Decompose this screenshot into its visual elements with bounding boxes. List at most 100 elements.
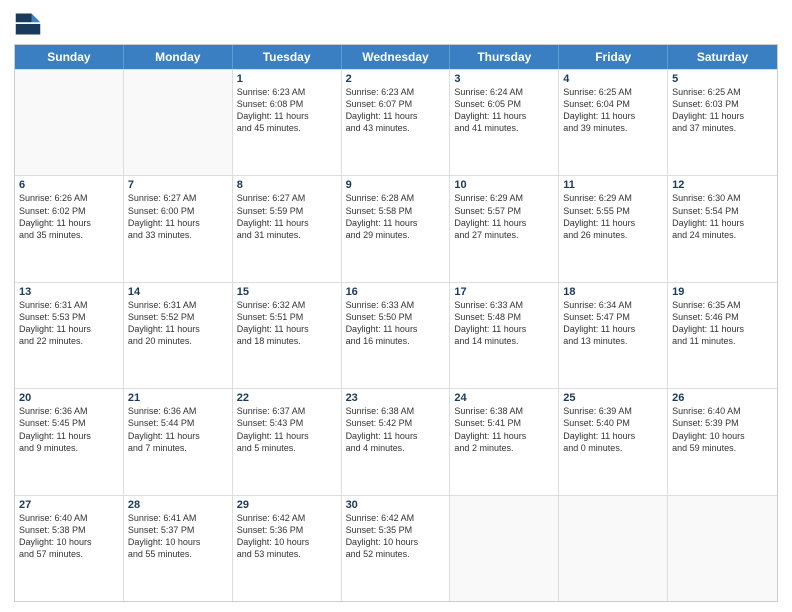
day-number: 5 bbox=[672, 73, 773, 85]
calendar-cell-day-18: 18Sunrise: 6:34 AMSunset: 5:47 PMDayligh… bbox=[559, 283, 668, 388]
calendar-cell-empty bbox=[559, 496, 668, 601]
cell-info-line: Sunrise: 6:31 AM bbox=[19, 299, 119, 311]
cell-info-line: and 59 minutes. bbox=[672, 442, 773, 454]
cell-info-line: Sunset: 5:47 PM bbox=[563, 311, 663, 323]
weekday-header-wednesday: Wednesday bbox=[342, 45, 451, 69]
calendar-cell-day-28: 28Sunrise: 6:41 AMSunset: 5:37 PMDayligh… bbox=[124, 496, 233, 601]
cell-info-line: Sunset: 5:43 PM bbox=[237, 417, 337, 429]
cell-info-line: and 29 minutes. bbox=[346, 229, 446, 241]
cell-info-line: Daylight: 11 hours bbox=[128, 323, 228, 335]
calendar: SundayMondayTuesdayWednesdayThursdayFrid… bbox=[14, 44, 778, 602]
cell-info-line: Sunset: 6:03 PM bbox=[672, 98, 773, 110]
cell-info-line: Sunset: 5:46 PM bbox=[672, 311, 773, 323]
calendar-cell-day-6: 6Sunrise: 6:26 AMSunset: 6:02 PMDaylight… bbox=[15, 176, 124, 281]
cell-info-line: and 57 minutes. bbox=[19, 548, 119, 560]
calendar-cell-day-1: 1Sunrise: 6:23 AMSunset: 6:08 PMDaylight… bbox=[233, 70, 342, 175]
calendar-row-3: 13Sunrise: 6:31 AMSunset: 5:53 PMDayligh… bbox=[15, 282, 777, 388]
cell-info-line: Sunrise: 6:30 AM bbox=[672, 192, 773, 204]
calendar-cell-day-30: 30Sunrise: 6:42 AMSunset: 5:35 PMDayligh… bbox=[342, 496, 451, 601]
cell-info-line: Daylight: 10 hours bbox=[19, 536, 119, 548]
day-number: 25 bbox=[563, 392, 663, 404]
cell-info-line: Sunset: 5:44 PM bbox=[128, 417, 228, 429]
cell-info-line: Sunrise: 6:40 AM bbox=[672, 405, 773, 417]
calendar-row-1: 1Sunrise: 6:23 AMSunset: 6:08 PMDaylight… bbox=[15, 69, 777, 175]
calendar-cell-day-11: 11Sunrise: 6:29 AMSunset: 5:55 PMDayligh… bbox=[559, 176, 668, 281]
cell-info-line: Daylight: 11 hours bbox=[346, 323, 446, 335]
day-number: 16 bbox=[346, 286, 446, 298]
cell-info-line: Sunrise: 6:29 AM bbox=[454, 192, 554, 204]
day-number: 27 bbox=[19, 499, 119, 511]
cell-info-line: Daylight: 11 hours bbox=[563, 323, 663, 335]
cell-info-line: Daylight: 11 hours bbox=[454, 323, 554, 335]
cell-info-line: Daylight: 10 hours bbox=[128, 536, 228, 548]
cell-info-line: Sunrise: 6:33 AM bbox=[454, 299, 554, 311]
cell-info-line: and 35 minutes. bbox=[19, 229, 119, 241]
cell-info-line: Sunrise: 6:26 AM bbox=[19, 192, 119, 204]
weekday-header-friday: Friday bbox=[559, 45, 668, 69]
weekday-header-thursday: Thursday bbox=[450, 45, 559, 69]
calendar-cell-day-9: 9Sunrise: 6:28 AMSunset: 5:58 PMDaylight… bbox=[342, 176, 451, 281]
calendar-header: SundayMondayTuesdayWednesdayThursdayFrid… bbox=[15, 45, 777, 69]
header bbox=[14, 10, 778, 38]
cell-info-line: Daylight: 11 hours bbox=[454, 217, 554, 229]
cell-info-line: Sunset: 5:52 PM bbox=[128, 311, 228, 323]
cell-info-line: Daylight: 11 hours bbox=[454, 430, 554, 442]
day-number: 2 bbox=[346, 73, 446, 85]
cell-info-line: Sunrise: 6:40 AM bbox=[19, 512, 119, 524]
calendar-cell-day-26: 26Sunrise: 6:40 AMSunset: 5:39 PMDayligh… bbox=[668, 389, 777, 494]
cell-info-line: and 55 minutes. bbox=[128, 548, 228, 560]
cell-info-line: Sunrise: 6:29 AM bbox=[563, 192, 663, 204]
cell-info-line: Daylight: 11 hours bbox=[19, 430, 119, 442]
cell-info-line: Sunset: 6:02 PM bbox=[19, 205, 119, 217]
cell-info-line: Sunset: 5:58 PM bbox=[346, 205, 446, 217]
cell-info-line: and 9 minutes. bbox=[19, 442, 119, 454]
day-number: 1 bbox=[237, 73, 337, 85]
cell-info-line: Sunset: 5:50 PM bbox=[346, 311, 446, 323]
calendar-cell-day-20: 20Sunrise: 6:36 AMSunset: 5:45 PMDayligh… bbox=[15, 389, 124, 494]
cell-info-line: Daylight: 11 hours bbox=[454, 110, 554, 122]
day-number: 26 bbox=[672, 392, 773, 404]
calendar-cell-empty bbox=[450, 496, 559, 601]
cell-info-line: Sunset: 5:38 PM bbox=[19, 524, 119, 536]
cell-info-line: Sunset: 6:07 PM bbox=[346, 98, 446, 110]
day-number: 29 bbox=[237, 499, 337, 511]
day-number: 4 bbox=[563, 73, 663, 85]
cell-info-line: and 24 minutes. bbox=[672, 229, 773, 241]
calendar-cell-day-25: 25Sunrise: 6:39 AMSunset: 5:40 PMDayligh… bbox=[559, 389, 668, 494]
cell-info-line: Daylight: 11 hours bbox=[346, 430, 446, 442]
calendar-cell-day-4: 4Sunrise: 6:25 AMSunset: 6:04 PMDaylight… bbox=[559, 70, 668, 175]
cell-info-line: Daylight: 11 hours bbox=[237, 323, 337, 335]
day-number: 8 bbox=[237, 179, 337, 191]
calendar-cell-empty bbox=[124, 70, 233, 175]
cell-info-line: Sunset: 5:35 PM bbox=[346, 524, 446, 536]
cell-info-line: Sunrise: 6:38 AM bbox=[454, 405, 554, 417]
calendar-cell-day-2: 2Sunrise: 6:23 AMSunset: 6:07 PMDaylight… bbox=[342, 70, 451, 175]
cell-info-line: Sunrise: 6:36 AM bbox=[128, 405, 228, 417]
day-number: 7 bbox=[128, 179, 228, 191]
calendar-cell-day-13: 13Sunrise: 6:31 AMSunset: 5:53 PMDayligh… bbox=[15, 283, 124, 388]
calendar-cell-day-7: 7Sunrise: 6:27 AMSunset: 6:00 PMDaylight… bbox=[124, 176, 233, 281]
cell-info-line: Sunrise: 6:23 AM bbox=[346, 86, 446, 98]
logo bbox=[14, 10, 46, 38]
day-number: 6 bbox=[19, 179, 119, 191]
cell-info-line: Sunrise: 6:35 AM bbox=[672, 299, 773, 311]
cell-info-line: Sunset: 5:37 PM bbox=[128, 524, 228, 536]
calendar-cell-day-24: 24Sunrise: 6:38 AMSunset: 5:41 PMDayligh… bbox=[450, 389, 559, 494]
cell-info-line: and 31 minutes. bbox=[237, 229, 337, 241]
cell-info-line: and 27 minutes. bbox=[454, 229, 554, 241]
cell-info-line: and 0 minutes. bbox=[563, 442, 663, 454]
cell-info-line: and 14 minutes. bbox=[454, 335, 554, 347]
cell-info-line: Daylight: 11 hours bbox=[128, 217, 228, 229]
cell-info-line: and 11 minutes. bbox=[672, 335, 773, 347]
cell-info-line: and 26 minutes. bbox=[563, 229, 663, 241]
cell-info-line: Sunrise: 6:27 AM bbox=[128, 192, 228, 204]
calendar-cell-day-17: 17Sunrise: 6:33 AMSunset: 5:48 PMDayligh… bbox=[450, 283, 559, 388]
cell-info-line: Sunrise: 6:37 AM bbox=[237, 405, 337, 417]
cell-info-line: and 4 minutes. bbox=[346, 442, 446, 454]
day-number: 11 bbox=[563, 179, 663, 191]
day-number: 13 bbox=[19, 286, 119, 298]
weekday-header-monday: Monday bbox=[124, 45, 233, 69]
calendar-cell-day-14: 14Sunrise: 6:31 AMSunset: 5:52 PMDayligh… bbox=[124, 283, 233, 388]
cell-info-line: Sunset: 6:05 PM bbox=[454, 98, 554, 110]
cell-info-line: Sunset: 5:40 PM bbox=[563, 417, 663, 429]
